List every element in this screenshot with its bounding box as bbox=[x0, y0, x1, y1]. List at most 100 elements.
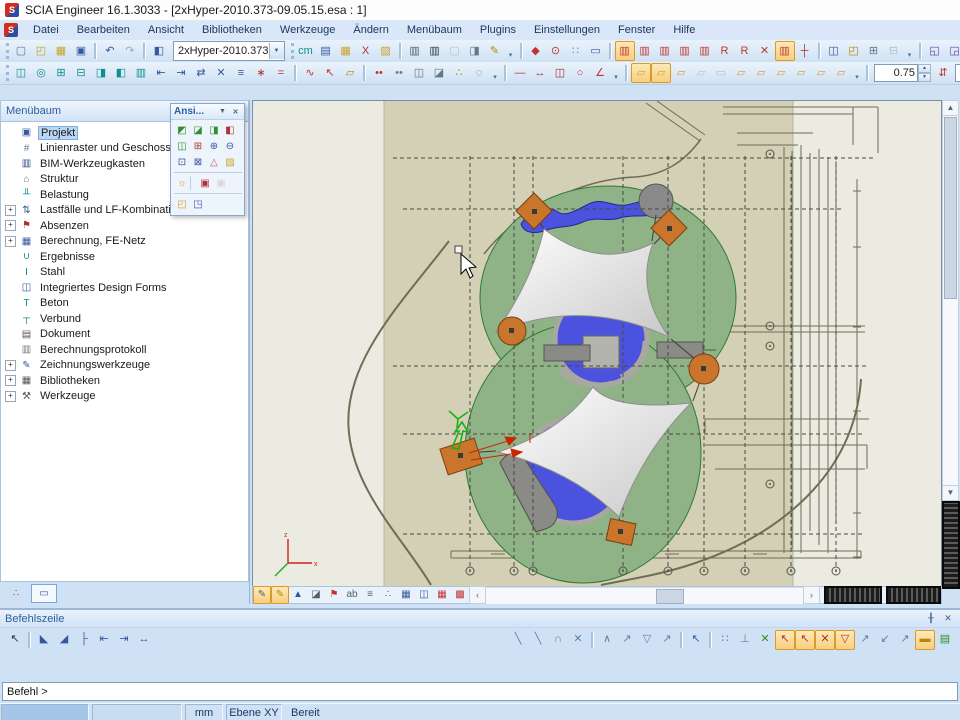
snap-mode-icon[interactable] bbox=[709, 632, 712, 648]
curve-edit-icon[interactable]: ∿ bbox=[300, 63, 320, 83]
expander-icon[interactable]: + bbox=[5, 360, 16, 371]
rebar-r1-icon[interactable]: R bbox=[715, 41, 735, 61]
surfaces-icon[interactable]: ▲ bbox=[289, 586, 307, 604]
align-icon[interactable]: ≡ bbox=[231, 63, 251, 83]
document-generator-icon[interactable]: ▧ bbox=[376, 41, 396, 61]
layer-folder-4-icon[interactable]: ▱ bbox=[691, 63, 711, 83]
horizontal-scroll-thumb[interactable] bbox=[656, 589, 684, 604]
overflow-icon[interactable]: ▾ bbox=[904, 40, 916, 62]
modify-pointer-icon[interactable]: ↖ bbox=[320, 63, 340, 83]
extend-icon[interactable]: ⇥ bbox=[171, 63, 191, 83]
layer-folder-h1-icon[interactable]: ▱ bbox=[811, 63, 831, 83]
menu-item[interactable]: Bearbeiten bbox=[68, 21, 139, 39]
render-3d-icon[interactable]: ◳ bbox=[190, 196, 206, 212]
zoom-slider-horizontal[interactable] bbox=[886, 586, 941, 604]
toolbar-icon[interactable] bbox=[625, 65, 628, 81]
close-icon[interactable]: ✕ bbox=[941, 612, 955, 625]
dimension-line-icon[interactable]: — bbox=[510, 63, 530, 83]
layers-icon[interactable]: ▤ bbox=[316, 41, 336, 61]
labels-icon[interactable]: ab bbox=[343, 586, 361, 604]
perspective-icon[interactable]: ✎ bbox=[253, 586, 271, 604]
tile-window-2-icon[interactable]: ◲ bbox=[945, 41, 960, 61]
snap-dot-grid-icon[interactable]: ∷ bbox=[715, 630, 735, 650]
snap-mode-icon[interactable] bbox=[591, 632, 594, 648]
panel-tab-tree[interactable]: ∴ bbox=[3, 584, 29, 603]
toolbar-icon[interactable] bbox=[520, 43, 523, 59]
menu-item[interactable]: Ansicht bbox=[139, 21, 193, 39]
scroll-down-icon[interactable]: ▼ bbox=[943, 485, 958, 500]
horizontal-scrollbar[interactable] bbox=[486, 587, 803, 604]
snap-tangent-icon[interactable]: ↗ bbox=[617, 630, 637, 650]
menu-item[interactable]: Datei bbox=[24, 21, 68, 39]
save-icon[interactable]: ▣ bbox=[71, 41, 91, 61]
rebar-view-2-icon[interactable]: ▥ bbox=[635, 41, 655, 61]
shading-icon[interactable]: ◪ bbox=[307, 586, 325, 604]
dot-grid-icon[interactable]: ∷ bbox=[566, 41, 586, 61]
view-angle-icon[interactable]: ⊞ bbox=[190, 138, 206, 154]
zoom-in-icon[interactable]: ⊕ bbox=[206, 138, 222, 154]
snap-arc-center-icon[interactable]: ↗ bbox=[855, 630, 875, 650]
toolbar-icon[interactable] bbox=[504, 65, 507, 81]
camera-path-icon[interactable]: ▣ bbox=[197, 175, 213, 191]
snap-table-icon[interactable]: ▤ bbox=[935, 630, 955, 650]
clip-box-icon[interactable]: ◰ bbox=[174, 196, 190, 212]
vertical-scroll-thumb[interactable] bbox=[944, 117, 957, 299]
merge-node-icon[interactable]: ◨ bbox=[91, 63, 111, 83]
tree-item-berechnung[interactable]: + ▦ Berechnung, FE-Netz bbox=[1, 234, 248, 250]
command-input[interactable] bbox=[2, 682, 958, 701]
layer-folder-r2-icon[interactable]: ▱ bbox=[751, 63, 771, 83]
toolbar-icon[interactable] bbox=[866, 65, 869, 81]
accept-view-icon[interactable]: ⊞ bbox=[864, 41, 884, 61]
tree-item-absenzen[interactable]: + ⚑ Absenzen bbox=[1, 218, 248, 234]
layer-folder-2-icon[interactable]: ▱ bbox=[651, 63, 671, 83]
select-end-icon[interactable]: ⇥ bbox=[114, 630, 134, 650]
run-folder-icon[interactable]: ◰ bbox=[844, 41, 864, 61]
toolbar-icon[interactable] bbox=[363, 65, 366, 81]
snap-endpoint-icon[interactable]: ↖ bbox=[775, 630, 795, 650]
toolbar-icon[interactable] bbox=[94, 43, 97, 59]
toolbar-icon[interactable] bbox=[818, 43, 821, 59]
multiplier-value[interactable]: 3 bbox=[955, 64, 960, 82]
redo-icon[interactable]: ↷ bbox=[120, 41, 140, 61]
save-all-icon[interactable]: ▦ bbox=[51, 41, 71, 61]
combo-dropdown-icon[interactable]: ▼ bbox=[269, 43, 284, 59]
scroll-left-icon[interactable]: ‹ bbox=[469, 586, 486, 604]
activity-zoom-icon[interactable]: ⊙ bbox=[546, 41, 566, 61]
insert-node-icon[interactable]: ⊞ bbox=[51, 63, 71, 83]
xyz-axis-icon[interactable]: X bbox=[356, 41, 376, 61]
toolbar-icon[interactable] bbox=[294, 65, 297, 81]
view-axo-icon[interactable]: ◧ bbox=[222, 122, 238, 138]
toolbar-grip[interactable] bbox=[6, 65, 9, 81]
zoom-slider-vertical[interactable] bbox=[942, 501, 960, 589]
select-first-icon[interactable]: ├ bbox=[74, 630, 94, 650]
tree-item-beton[interactable]: T Beton bbox=[1, 296, 248, 312]
select-line-icon[interactable]: ◣ bbox=[34, 630, 54, 650]
menu-item[interactable]: Werkzeuge bbox=[271, 21, 344, 39]
flag-icon[interactable]: ⚑ bbox=[325, 586, 343, 604]
weight-icon[interactable]: ▦ bbox=[397, 586, 415, 604]
layer-folder-1-icon[interactable]: ▱ bbox=[631, 63, 651, 83]
zoom-selection-icon[interactable]: △ bbox=[206, 154, 222, 170]
crosshair-icon[interactable]: ┼ bbox=[795, 41, 815, 61]
snap-vector-icon[interactable]: ↗ bbox=[657, 630, 677, 650]
paste-entity-icon[interactable]: ◪ bbox=[429, 63, 449, 83]
tree-item-idf[interactable]: ◫ Integriertes Design Forms bbox=[1, 280, 248, 296]
join-beam-icon[interactable]: ▥ bbox=[131, 63, 151, 83]
snap-cursor-icon[interactable]: ↖ bbox=[686, 630, 706, 650]
picture-edit-icon[interactable]: ✎ bbox=[485, 41, 505, 61]
toolbar-icon[interactable] bbox=[919, 43, 922, 59]
close-icon[interactable]: ✕ bbox=[230, 106, 241, 117]
grid-a-icon[interactable]: ▦ bbox=[433, 586, 451, 604]
menu-item[interactable]: Plugins bbox=[471, 21, 525, 39]
gallery-icon[interactable]: ▢ bbox=[445, 41, 465, 61]
export-picture-icon[interactable]: ◨ bbox=[465, 41, 485, 61]
layer-folder-3-icon[interactable]: ▱ bbox=[671, 63, 691, 83]
multicopy-icon[interactable]: ∴ bbox=[449, 63, 469, 83]
palette-icon[interactable] bbox=[174, 172, 242, 173]
delete-view-icon[interactable]: ✕ bbox=[755, 41, 775, 61]
layer-folder-g-icon[interactable]: ▱ bbox=[771, 63, 791, 83]
supports-icon[interactable]: ≡ bbox=[361, 586, 379, 604]
camera-off-icon[interactable]: ▣ bbox=[213, 175, 229, 191]
snap-ruler-icon[interactable]: ▬ bbox=[915, 630, 935, 650]
snap-triangle-icon[interactable]: ▽ bbox=[637, 630, 657, 650]
